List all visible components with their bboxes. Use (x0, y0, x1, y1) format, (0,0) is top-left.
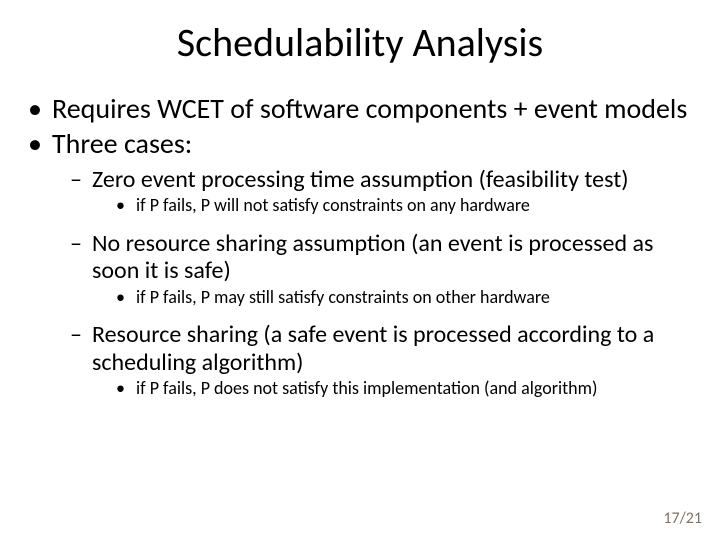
case-zero-event-note: if P fails, P will not satisfy constrain… (136, 193, 704, 217)
case-resource-sharing-text: Resource sharing (a safe event is proces… (92, 320, 654, 377)
bullet-list-level3: if P fails, P may still satisfy constrai… (92, 285, 704, 309)
bullet-list-level2: Zero event processing time assumption (f… (52, 166, 710, 401)
bullet-requires: Requires WCET of software components + e… (52, 93, 720, 124)
bullet-list-level1: Requires WCET of software components + e… (0, 93, 720, 401)
case-no-resource-sharing: No resource sharing assumption (an event… (92, 230, 710, 309)
bullet-three-cases-text: Three cases: (52, 126, 192, 161)
case-resource-sharing-note: if P fails, P does not satisfy this impl… (136, 376, 704, 400)
page-number: 17/21 (663, 509, 702, 528)
slide-title: Schedulability Analysis (0, 18, 720, 67)
case-zero-event-text: Zero event processing time assumption (f… (92, 165, 629, 194)
case-no-resource-sharing-note: if P fails, P may still satisfy constrai… (136, 285, 704, 309)
bullet-list-level3: if P fails, P will not satisfy constrain… (92, 193, 704, 217)
case-no-resource-sharing-text: No resource sharing assumption (an event… (92, 229, 653, 286)
bullet-list-level3: if P fails, P does not satisfy this impl… (92, 376, 704, 400)
slide: Schedulability Analysis Requires WCET of… (0, 0, 720, 540)
case-zero-event: Zero event processing time assumption (f… (92, 166, 710, 218)
case-resource-sharing: Resource sharing (a safe event is proces… (92, 321, 710, 400)
bullet-three-cases: Three cases: Zero event processing time … (52, 128, 720, 400)
